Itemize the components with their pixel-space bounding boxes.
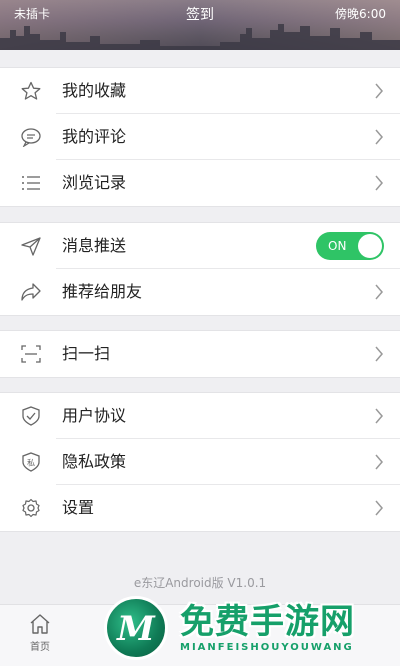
clock-text: 傍晚6:00	[335, 7, 386, 21]
menu-item-settings[interactable]: 设置	[0, 485, 400, 531]
header-banner: 未插卡 签到 傍晚6:00	[0, 0, 400, 50]
menu-group-notify: 消息推送 ON 推荐给朋友	[0, 222, 400, 316]
tab-label: 首页	[30, 642, 50, 653]
watermark-subtitle: MIANFEISHOUYOUWANG	[180, 642, 354, 653]
chevron-right-icon	[375, 175, 383, 191]
chevron-right-icon	[375, 83, 383, 99]
menu-item-label: 扫一扫	[62, 344, 111, 363]
watermark-title: 免费手游网	[180, 602, 355, 642]
menu-item-label: 隐私政策	[62, 452, 127, 471]
menu-item-label: 消息推送	[62, 236, 127, 255]
scan-icon	[21, 345, 41, 363]
menu-item-label: 推荐给朋友	[62, 282, 143, 301]
watermark: M 免费手游网 MIANFEISHOUYOUWANG	[104, 592, 400, 666]
push-toggle[interactable]: ON	[316, 232, 384, 260]
chevron-right-icon	[375, 454, 383, 470]
list-icon	[22, 176, 40, 190]
menu-item-scan[interactable]: 扫一扫	[0, 331, 400, 377]
menu-group-scan: 扫一扫	[0, 330, 400, 378]
star-icon	[21, 81, 41, 100]
share-icon	[21, 283, 41, 301]
menu-item-history[interactable]: 浏览记录	[0, 160, 400, 206]
city-skyline-image	[0, 24, 400, 50]
tab-home[interactable]: 首页	[0, 613, 80, 653]
toggle-knob	[358, 234, 382, 258]
menu-item-label: 设置	[62, 498, 95, 517]
shield-private-icon: 私	[22, 452, 40, 472]
chevron-right-icon	[375, 500, 383, 516]
gear-icon	[22, 498, 40, 518]
menu-item-privacy-policy[interactable]: 私 隐私政策	[0, 439, 400, 485]
comment-icon	[21, 128, 41, 147]
menu-item-push: 消息推送 ON	[0, 223, 400, 269]
toggle-state-text: ON	[328, 239, 347, 253]
chevron-right-icon	[375, 284, 383, 300]
app-version: e东辽Android版 V1.0.1	[133, 576, 267, 590]
watermark-logo: M	[104, 596, 168, 660]
home-icon	[30, 614, 50, 634]
menu-item-label: 用户协议	[62, 406, 127, 425]
shield-private-glyph: 私	[27, 459, 35, 468]
watermark-logo-letter: M	[117, 609, 155, 649]
send-icon	[21, 237, 41, 256]
chevron-right-icon	[375, 346, 383, 362]
menu-item-label: 浏览记录	[62, 173, 127, 192]
chevron-right-icon	[375, 408, 383, 424]
menu-item-label: 我的评论	[62, 127, 127, 146]
menu-item-comments[interactable]: 我的评论	[0, 114, 400, 160]
menu-item-recommend[interactable]: 推荐给朋友	[0, 269, 400, 315]
menu-item-user-agreement[interactable]: 用户协议	[0, 393, 400, 439]
menu-item-favorites[interactable]: 我的收藏	[0, 68, 400, 114]
menu-item-label: 我的收藏	[62, 81, 127, 100]
menu-group-legal: 用户协议 私 隐私政策 设置	[0, 392, 400, 532]
status-bar: 未插卡 签到 傍晚6:00	[0, 4, 400, 23]
shield-check-icon	[22, 406, 40, 426]
chevron-right-icon	[375, 129, 383, 145]
menu-group-personal: 我的收藏 我的评论 浏览记录	[0, 67, 400, 207]
